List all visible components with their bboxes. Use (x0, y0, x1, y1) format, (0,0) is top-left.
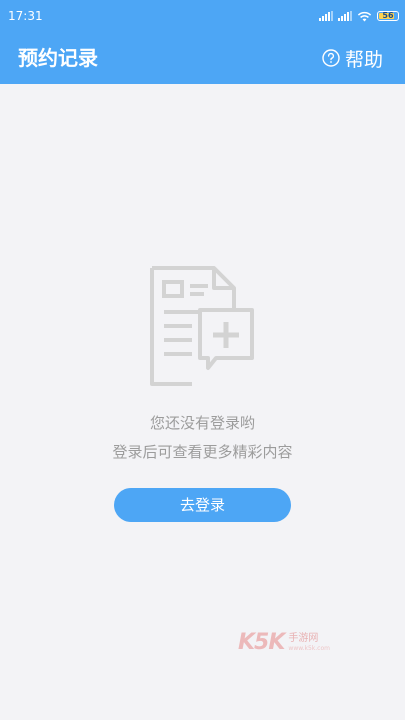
page-title: 预约记录 (18, 46, 98, 70)
question-circle-icon (322, 49, 340, 67)
signal-icon (319, 11, 333, 21)
watermark-text: 手游网 (288, 632, 319, 644)
battery-level: 56 (382, 11, 394, 20)
login-button[interactable]: 去登录 (114, 488, 291, 522)
watermark-letters: K5K (238, 630, 285, 655)
document-plus-icon (150, 266, 254, 386)
app-header: 预约记录 帮助 (0, 32, 405, 84)
signal-icon (338, 11, 352, 21)
status-bar: 17:31 56 (0, 0, 405, 32)
empty-hint: 登录后可查看更多精彩内容 (112, 443, 293, 461)
watermark-sub: 手游网 www.k5k.com (288, 632, 330, 652)
help-button[interactable]: 帮助 (322, 32, 383, 84)
status-icons: 56 (319, 0, 399, 32)
help-label: 帮助 (344, 48, 383, 71)
wifi-icon (357, 11, 372, 21)
battery-icon: 56 (377, 11, 399, 21)
watermark-url: www.k5k.com (288, 644, 330, 652)
watermark-logo: K5K 手游网 www.k5k.com (238, 630, 330, 655)
empty-message: 您还没有登录哟 (149, 414, 255, 432)
status-time: 17:31 (8, 9, 43, 23)
